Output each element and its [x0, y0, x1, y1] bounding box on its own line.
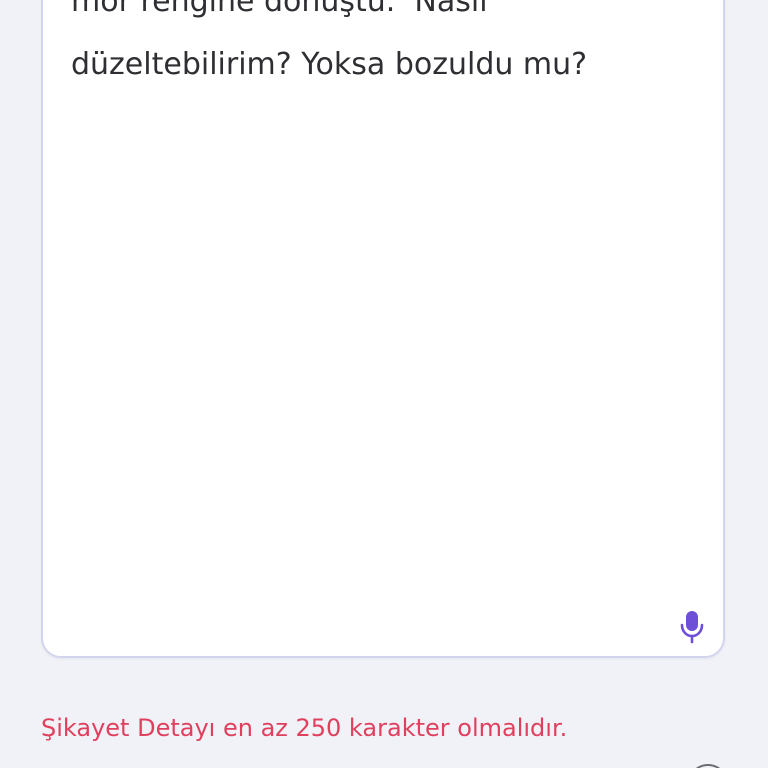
complaint-detail-textarea[interactable]: mor rengine dönüştü. Nasıl düzeltebiliri… — [41, 0, 725, 658]
complaint-detail-screen: mor rengine dönüştü. Nasıl düzeltebiliri… — [0, 0, 768, 768]
microphone-icon[interactable] — [679, 610, 705, 644]
circle-icon[interactable] — [688, 764, 728, 768]
complaint-detail-text[interactable]: mor rengine dönüştü. Nasıl düzeltebiliri… — [71, 0, 691, 96]
validation-error-message: Şikayet Detayı en az 250 karakter olmalı… — [41, 714, 568, 742]
